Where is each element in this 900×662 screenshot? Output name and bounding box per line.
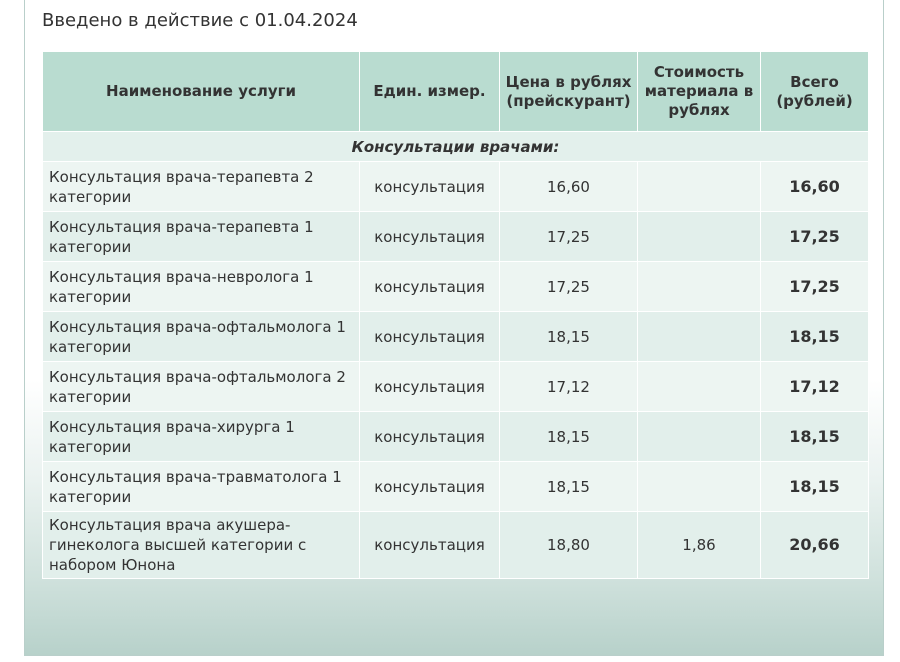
table-row: Консультация врача-терапевта 1 категории…	[42, 211, 869, 262]
header-unit: Един. измер.	[359, 51, 500, 132]
material-cost	[637, 411, 761, 462]
service-name: Консультация врача-офтальмолога 2 катего…	[42, 361, 360, 412]
service-name: Консультация врача-хирурга 1 категории	[42, 411, 360, 462]
service-total: 17,25	[760, 211, 869, 262]
table-row: Консультация врача-травматолога 1 катего…	[42, 461, 869, 512]
service-unit: консультация	[359, 261, 500, 312]
service-price: 18,80	[499, 511, 638, 579]
service-price: 16,60	[499, 161, 638, 212]
material-cost	[637, 261, 761, 312]
section-title: Консультации врачами:	[42, 131, 869, 162]
table-header-row: Наименование услуги Един. измер. Цена в …	[42, 51, 869, 132]
service-total: 16,60	[760, 161, 869, 212]
service-total: 17,12	[760, 361, 869, 412]
service-price: 17,12	[499, 361, 638, 412]
service-unit: консультация	[359, 411, 500, 462]
header-total: Всего (рублей)	[760, 51, 869, 132]
service-price: 18,15	[499, 311, 638, 362]
service-unit: консультация	[359, 211, 500, 262]
service-total: 18,15	[760, 411, 869, 462]
service-price: 17,25	[499, 261, 638, 312]
header-service-name: Наименование услуги	[42, 51, 360, 132]
table-row: Консультация врача-офтальмолога 2 катего…	[42, 361, 869, 412]
service-unit: консультация	[359, 161, 500, 212]
service-total: 18,15	[760, 461, 869, 512]
material-cost	[637, 211, 761, 262]
header-price: Цена в рублях (прейскурант)	[499, 51, 638, 132]
price-table: Наименование услуги Един. измер. Цена в …	[42, 51, 869, 579]
service-price: 17,25	[499, 211, 638, 262]
service-unit: консультация	[359, 311, 500, 362]
section-row: Консультации врачами:	[42, 131, 869, 162]
table-row: Консультация врача акушера-гинеколога вы…	[42, 511, 869, 579]
table-row: Консультация врача-офтальмолога 1 катего…	[42, 311, 869, 362]
material-cost	[637, 461, 761, 512]
service-total: 18,15	[760, 311, 869, 362]
table-row: Консультация врача-невролога 1 категории…	[42, 261, 869, 312]
material-cost	[637, 311, 761, 362]
service-unit: консультация	[359, 461, 500, 512]
service-name: Консультация врача-терапевта 1 категории	[42, 211, 360, 262]
service-price: 18,15	[499, 461, 638, 512]
material-cost: 1,86	[637, 511, 761, 579]
table-row: Консультация врача-терапевта 2 категории…	[42, 161, 869, 212]
header-material-cost: Стоимость материала в рублях	[637, 51, 761, 132]
service-unit: консультация	[359, 511, 500, 579]
material-cost	[637, 161, 761, 212]
table-row: Консультация врача-хирурга 1 категории к…	[42, 411, 869, 462]
service-name: Консультация врача акушера-гинеколога вы…	[42, 511, 360, 579]
service-name: Консультация врача-терапевта 2 категории	[42, 161, 360, 212]
service-total: 17,25	[760, 261, 869, 312]
service-total: 20,66	[760, 511, 869, 579]
effective-date-note: Введено в действие с 01.04.2024	[42, 10, 358, 31]
service-name: Консультация врача-невролога 1 категории	[42, 261, 360, 312]
service-name: Консультация врача-травматолога 1 катего…	[42, 461, 360, 512]
service-price: 18,15	[499, 411, 638, 462]
service-unit: консультация	[359, 361, 500, 412]
material-cost	[637, 361, 761, 412]
service-name: Консультация врача-офтальмолога 1 катего…	[42, 311, 360, 362]
